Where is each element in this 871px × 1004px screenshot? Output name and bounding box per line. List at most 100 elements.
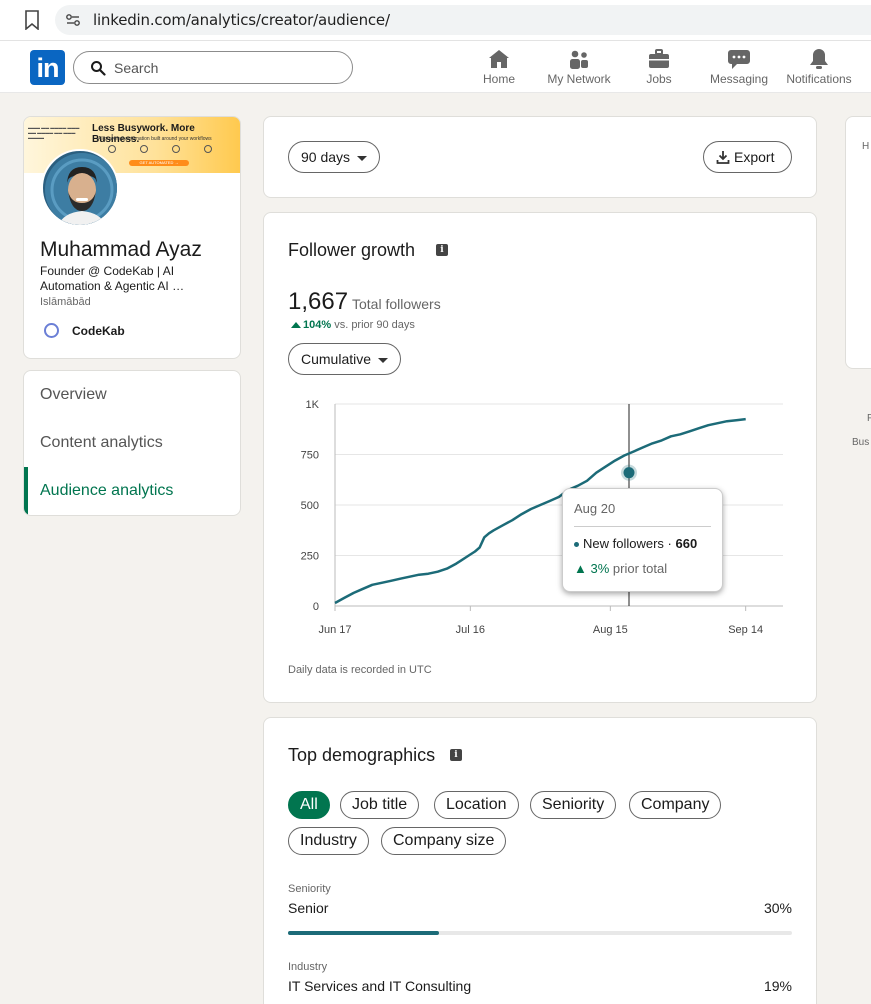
company-logo-icon [44,323,59,338]
info-icon[interactable]: i [436,244,448,256]
chart-tooltip: Aug 20 New followers · 660 ▲ 3% prior to… [562,488,723,592]
total-followers-count: 1,667 [288,288,349,315]
address-bar[interactable]: linkedin.com/analytics/creator/audience/ [55,5,871,35]
filter-bar: 90 days Export [263,116,817,198]
followers-change-pct: 104% [303,319,332,331]
banner-cta: GET AUTOMATED → [129,160,189,166]
url-text: linkedin.com/analytics/creator/audience/ [93,11,390,29]
bookmark-icon[interactable] [24,10,40,30]
top-demographics-card: Top demographics i All Job title Locatio… [263,717,817,1004]
follower-growth-card: Follower growth i 1,667 Total followers … [263,212,817,703]
download-icon [716,151,730,164]
chip-job-title[interactable]: Job title [340,791,420,819]
profile-location: Islāmābād [40,296,91,308]
banner-feature-icon [108,145,116,153]
banner-feature-icon [140,145,148,153]
nav-jobs[interactable]: Jobs [619,47,699,89]
tooltip-divider [574,526,711,527]
banner-feature-icon [204,145,212,153]
y-tick-label: 0 [313,601,319,613]
info-icon[interactable]: i [450,749,462,761]
caret-down-icon [378,357,389,363]
x-tick-label: Aug 15 [593,624,628,636]
demo-row-category: Industry [288,961,328,973]
nav-messaging[interactable]: Messaging [699,47,779,89]
tooltip-date: Aug 20 [574,501,616,516]
demo-row-name: IT Services and IT Consulting [288,978,472,994]
followers-change-label: vs. prior 90 days [334,319,415,331]
followers-change: 104% vs. prior 90 days [291,319,415,331]
sidebar-item-audience-analytics[interactable]: Audience analytics [24,467,240,515]
banner-fine-print: ▬▬▬ ▬▬ ▬▬▬▬ ▬▬▬ ▬▬ ▬▬▬▬ ▬▬ ▬▬▬ ▬▬▬▬ [28,125,80,140]
caret-down-icon [357,155,368,161]
total-followers-label: Total followers [352,296,441,312]
top-demographics-title: Top demographics [288,745,436,765]
sidebar-item-content-analytics[interactable]: Content analytics [24,419,240,467]
right-side-text: Bus [852,437,870,448]
chart-mode-label: Cumulative [301,351,372,367]
follower-growth-title: Follower growth [288,240,416,260]
avatar-portrait [45,153,117,225]
right-side-card: H [845,116,871,369]
right-card-text: H [862,141,870,152]
nav-my-network[interactable]: My Network [539,47,619,89]
nav-messaging-label: Messaging [709,72,769,86]
chip-all[interactable]: All [288,791,330,819]
series-dot-icon [574,542,579,548]
demo-row-percent: 30% [763,900,792,916]
site-info-icon[interactable] [65,12,81,28]
profile-card: ▬▬▬ ▬▬ ▬▬▬▬ ▬▬▬ ▬▬ ▬▬▬▬ ▬▬ ▬▬▬ ▬▬▬▬ Less… [23,116,241,359]
briefcase-icon [649,49,669,68]
demo-row-bar-fill [288,931,440,935]
profile-headline: Founder @ CodeKab | AI Automation & Agen… [40,264,185,293]
tooltip-new-followers: New followers · 660 [574,536,697,551]
avatar[interactable] [41,149,119,227]
y-tick-label: 1K [306,399,320,411]
analytics-side-nav: Overview Content analytics Audience anal… [23,370,241,516]
nav-notifications[interactable]: Notifications [779,47,859,89]
chart-mode-dropdown[interactable]: Cumulative [288,343,402,375]
demo-row-percent: 19% [763,978,792,994]
follower-growth-chart[interactable]: 0 250 500 750 1K Jun 17 Jul 16 Aug 15 Sep 14 [264,393,817,643]
y-tick-label: 250 [301,551,319,563]
linkedin-logo[interactable]: in [30,50,65,85]
date-range-label: 90 days [301,149,351,165]
profile-name[interactable]: Muhammad Ayaz [40,238,202,262]
banner-feature-icon [172,145,180,153]
tooltip-change-icon: ▲ [574,561,587,576]
y-tick-label: 750 [301,450,319,462]
search-icon [91,61,106,76]
tooltip-value: 660 [675,536,698,551]
search-box[interactable] [73,51,353,84]
demo-row-bar [288,931,792,935]
nav-home-label: Home [482,72,515,86]
nav-home[interactable]: Home [459,47,539,89]
y-tick-label: 500 [301,500,319,512]
banner-subtitle: AI-powered automation built around your … [98,136,212,142]
tooltip-change-label: prior total [612,561,668,576]
chip-seniority[interactable]: Seniority [530,791,617,819]
tooltip-metric-label: New followers · [583,536,672,551]
date-range-dropdown[interactable]: 90 days [288,141,381,173]
chip-location[interactable]: Location [434,791,519,819]
sidebar-item-overview[interactable]: Overview [24,371,240,419]
browser-toolbar: linkedin.com/analytics/creator/audience/ [0,0,871,41]
x-tick-label: Sep 14 [728,624,763,636]
trend-up-icon [291,322,301,328]
top-navigation: in Home My Network Jobs Messaging Notifi… [0,41,871,93]
tooltip-change-pct: 3% [590,561,610,576]
chip-industry[interactable]: Industry [288,827,369,855]
people-icon [570,50,588,69]
export-button[interactable]: Export [703,141,792,173]
chat-icon [728,50,750,69]
demo-row-name: Senior [288,900,329,916]
right-side-text: F [867,413,871,424]
nav-my-network-label: My Network [547,72,611,86]
bell-icon [810,49,828,69]
home-icon [489,50,509,68]
company-name[interactable]: CodeKab [72,324,125,338]
chip-company-size[interactable]: Company size [381,827,507,855]
nav-jobs-label: Jobs [646,72,672,86]
chip-company[interactable]: Company [629,791,722,819]
search-input[interactable] [114,58,334,78]
